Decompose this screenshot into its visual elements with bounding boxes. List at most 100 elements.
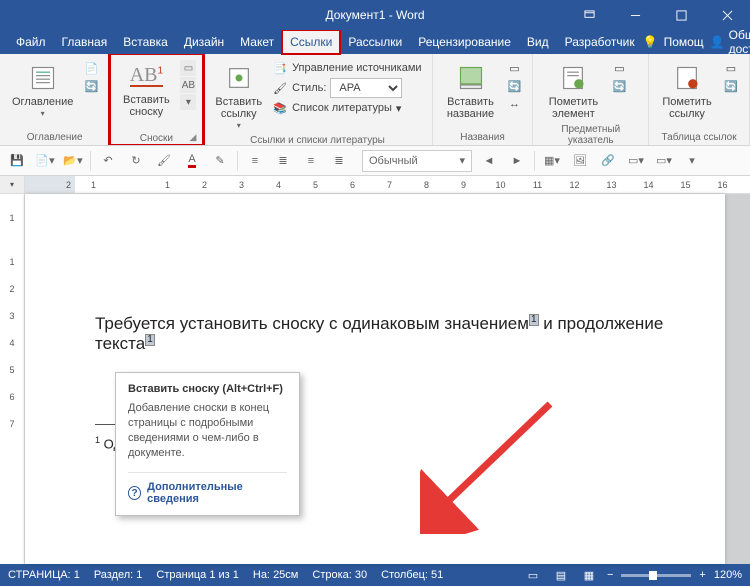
close-icon[interactable] (704, 0, 750, 30)
more-icon[interactable]: ▾ (681, 150, 703, 172)
format-painter-icon[interactable]: 🖌 (153, 150, 175, 172)
insert-caption-button[interactable]: Вставить название (439, 58, 503, 122)
next-footnote-button[interactable]: AB (180, 77, 196, 93)
zoom-slider[interactable] (621, 574, 691, 577)
style-combo-value: Обычный (369, 155, 418, 167)
share-button[interactable]: 👤 Общий доступ (710, 28, 750, 56)
status-bar: СТРАНИЦА: 1 Раздел: 1 Страница 1 из 1 На… (0, 564, 750, 586)
update-tof-button[interactable]: 🔄 (506, 78, 522, 94)
ruler-horizontal[interactable]: ▾ 2 112345678910111213141516 (0, 176, 750, 194)
ruler-corner: ▾ (0, 176, 25, 193)
insert-footnote-label: Вставить сноску (120, 94, 172, 118)
bibliography-button[interactable]: 📚Список литературы▾ (272, 100, 421, 116)
tab-insert[interactable]: Вставка (115, 30, 176, 54)
print-layout-icon[interactable]: ▤ (551, 567, 571, 583)
group-captions-label: Названия (439, 130, 527, 143)
minimize-icon[interactable] (612, 0, 658, 30)
zoom-in-icon[interactable]: + (699, 569, 705, 581)
insert-citation-button[interactable]: Вставить ссылку ▾ (209, 58, 268, 133)
link-icon[interactable]: 🔗 (597, 150, 619, 172)
window-title: Документ1 - Word (325, 8, 424, 22)
web-layout-icon[interactable]: ▦ (579, 567, 599, 583)
tab-bar: Файл Главная Вставка Дизайн Макет Ссылки… (0, 30, 750, 54)
titlebar: Документ1 - Word (0, 0, 750, 30)
group-citations: Вставить ссылку ▾ 📑Управление источникам… (203, 54, 432, 145)
tooltip-insert-footnote: Вставить сноску (Alt+Ctrl+F) Добавление … (115, 372, 300, 516)
group-authorities: Пометить ссылку ▭ 🔄 Таблица ссылок (649, 54, 750, 145)
insert-footnote-button[interactable]: AB1 Вставить сноску (114, 56, 178, 120)
next-style-icon[interactable]: ► (506, 150, 528, 172)
chevron-down-icon: ▾ (41, 110, 45, 119)
insert-citation-label: Вставить ссылку (215, 96, 262, 120)
help-icon: ? (128, 486, 141, 500)
tooltip-body: Добавление сноски в конец страницы с под… (128, 401, 287, 460)
prev-style-icon[interactable]: ◄ (478, 150, 500, 172)
insert-toa-button[interactable]: ▭ (723, 60, 739, 76)
tab-references[interactable]: Ссылки (282, 30, 340, 54)
save-icon[interactable]: 💾 (6, 150, 28, 172)
tab-design[interactable]: Дизайн (176, 30, 232, 54)
zoom-out-icon[interactable]: − (607, 569, 613, 581)
insert-caption-label: Вставить название (445, 96, 497, 120)
font-color-icon[interactable]: A (181, 150, 203, 172)
tab-view[interactable]: Вид (519, 30, 557, 54)
highlight-icon[interactable]: ✎ (209, 150, 231, 172)
insert-index-button[interactable]: ▭ (611, 60, 627, 76)
ruler-vertical[interactable]: 11234567 (0, 194, 25, 564)
table-icon[interactable]: ▦▾ (541, 150, 563, 172)
annotation-arrow (420, 394, 570, 534)
mark-entry-label: Пометить элемент (545, 96, 601, 120)
mark-entry-button[interactable]: Пометить элемент (539, 58, 607, 122)
picture-icon[interactable]: 🖼 (569, 150, 591, 172)
group-captions: Вставить название ▭ 🔄 ↔ Названия (433, 54, 534, 145)
ribbon-options-icon[interactable] (566, 0, 612, 30)
header-icon[interactable]: ▭▾ (625, 150, 647, 172)
ruler-ticks: 112345678910111213141516 (75, 180, 750, 190)
body-text[interactable]: Требуется установить сноску с одинаковым… (95, 314, 685, 354)
tab-home[interactable]: Главная (54, 30, 116, 54)
group-index: Пометить элемент ▭ 🔄 Предметный указател… (533, 54, 649, 145)
align-right-icon[interactable]: ≡ (300, 150, 322, 172)
undo-icon[interactable]: ↶ (97, 150, 119, 172)
show-notes-button[interactable]: ▾ (180, 94, 196, 110)
justify-icon[interactable]: ≣ (328, 150, 350, 172)
footnote-reference-1: 1 (529, 314, 539, 326)
mark-citation-button[interactable]: Пометить ссылку (655, 58, 719, 122)
tab-mailings[interactable]: Рассылки (340, 30, 410, 54)
cross-reference-button[interactable]: ↔ (506, 96, 522, 112)
new-doc-icon[interactable]: 📄▾ (34, 150, 56, 172)
tell-me-label[interactable]: Помощ (664, 35, 704, 49)
redo-icon[interactable]: ↻ (125, 150, 147, 172)
tab-review[interactable]: Рецензирование (410, 30, 519, 54)
align-center-icon[interactable]: ≣ (272, 150, 294, 172)
toc-label: Оглавление (12, 96, 73, 108)
ribbon: Оглавление ▾ 📄 🔄 Оглавление AB1 Вставить… (0, 54, 750, 146)
update-toa-button[interactable]: 🔄 (723, 78, 739, 94)
update-index-button[interactable]: 🔄 (611, 78, 627, 94)
style-combo[interactable]: Обычный▾ (362, 150, 472, 172)
add-text-button[interactable]: 📄 (83, 60, 99, 76)
citation-style-select[interactable]: APA (330, 78, 402, 98)
insert-endnote-button[interactable]: ▭ (180, 60, 196, 76)
align-left-icon[interactable]: ≡ (244, 150, 266, 172)
tab-layout[interactable]: Макет (232, 30, 282, 54)
footer-icon[interactable]: ▭▾ (653, 150, 675, 172)
share-icon: 👤 (710, 35, 725, 49)
tell-me-icon[interactable]: 💡 (643, 35, 658, 49)
document-area: 11234567 Требуется установить сноску с о… (0, 194, 750, 564)
quick-access-toolbar: 💾 📄▾ 📂▾ ↶ ↻ 🖌 A ✎ ≡ ≣ ≡ ≣ Обычный▾ ◄ ► ▦… (0, 146, 750, 176)
read-mode-icon[interactable]: ▭ (523, 567, 543, 583)
group-index-label: Предметный указатель (539, 122, 642, 146)
open-icon[interactable]: 📂▾ (62, 150, 84, 172)
manage-sources-button[interactable]: 📑Управление источниками (272, 60, 421, 76)
tab-developer[interactable]: Разработчик (557, 30, 643, 54)
tooltip-more-link[interactable]: ? Дополнительные сведения (128, 472, 287, 505)
footnotes-dialog-launcher[interactable]: ◢ (114, 132, 198, 143)
update-toc-button[interactable]: 🔄 (83, 78, 99, 94)
tab-file[interactable]: Файл (8, 30, 54, 54)
zoom-value[interactable]: 120% (714, 569, 742, 581)
insert-tof-button[interactable]: ▭ (506, 60, 522, 76)
toc-button[interactable]: Оглавление ▾ (6, 58, 79, 121)
ruler-margin-left: 2 (25, 176, 75, 193)
maximize-icon[interactable] (658, 0, 704, 30)
